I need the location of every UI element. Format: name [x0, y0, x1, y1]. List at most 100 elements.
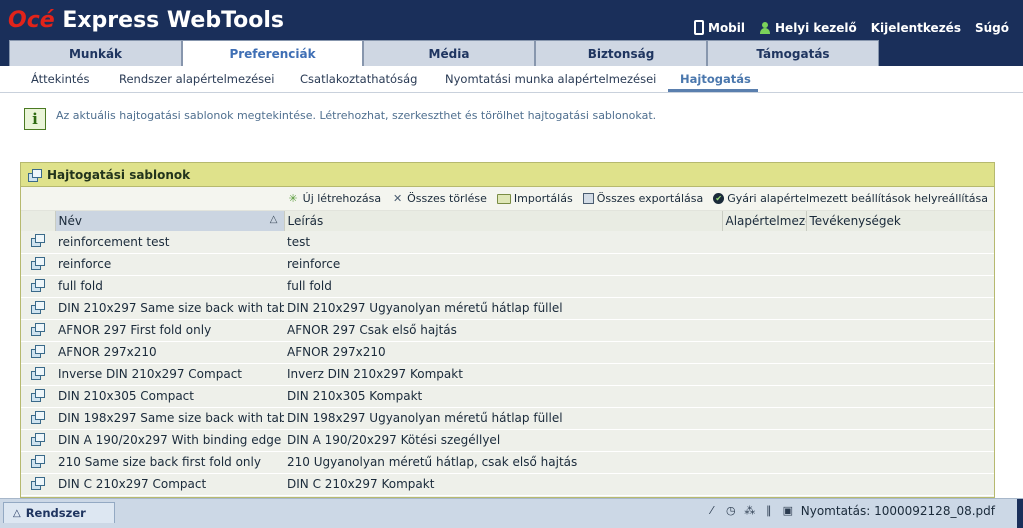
- clock-icon: ◷: [725, 504, 736, 517]
- column-icon: [21, 211, 56, 231]
- create-new-button[interactable]: ✳ Új létrehozása: [287, 192, 382, 205]
- subtab-rendszer-alapertelmezesei[interactable]: Rendszer alapértelmezései: [119, 72, 274, 86]
- row-default: [722, 231, 806, 254]
- restore-defaults-label: Gyári alapértelmezett beállítások helyre…: [727, 192, 988, 205]
- row-description: DIN 198x297 Ugyanolyan méretű hátlap fül…: [284, 407, 722, 430]
- tab-biztonsag[interactable]: Biztonság: [535, 40, 707, 66]
- help-link[interactable]: Súgó: [975, 21, 1009, 35]
- row-description: DIN C 210x297 Kompakt: [284, 473, 722, 496]
- row-description: Inverz DIN 210x297 Kompakt: [284, 363, 722, 386]
- row-icon-cell: [21, 473, 55, 496]
- row-description: AFNOR 297 Csak első hajtás: [284, 319, 722, 342]
- system-tab[interactable]: △ Rendszer: [3, 502, 115, 523]
- tab-munkak[interactable]: Munkák: [9, 40, 182, 66]
- row-icon-cell: [21, 363, 55, 386]
- table-row[interactable]: full fold full fold: [21, 275, 994, 298]
- row-actions: [806, 407, 994, 430]
- export-all-button[interactable]: Összes exportálása: [582, 192, 704, 205]
- delete-all-button[interactable]: ✕ Összes törlése: [391, 192, 487, 205]
- restore-defaults-button[interactable]: ✔ Gyári alapértelmezett beállítások helyr…: [713, 192, 988, 205]
- status-area: ⁄ ◷ ⁂ ∥ ▣ Nyomtatás: 1000092128_08.pdf: [706, 504, 995, 518]
- row-icon-cell: [21, 385, 55, 408]
- row-name: reinforce: [55, 253, 284, 276]
- import-button[interactable]: Importálás: [496, 192, 573, 205]
- row-default: [722, 297, 806, 320]
- panel-header: Hajtogatási sablonok: [21, 163, 994, 187]
- status-bar: △ Rendszer ⁄ ◷ ⁂ ∥ ▣ Nyomtatás: 100009212…: [0, 498, 1023, 528]
- table-row[interactable]: DIN A 190/20x297 With binding edge DIN A …: [21, 429, 994, 452]
- row-default: [722, 363, 806, 386]
- row-actions: [806, 451, 994, 474]
- column-actions: Tevékenységek: [806, 211, 994, 231]
- row-description: DIN 210x305 Kompakt: [284, 385, 722, 408]
- row-name: DIN A 190/20x297 With binding edge: [55, 429, 284, 452]
- queue-icon: ⁂: [744, 504, 756, 517]
- tab-preferenciak[interactable]: Preferenciák: [182, 40, 363, 67]
- row-name: DIN 198x297 Same size back with tab: [55, 407, 284, 430]
- table-row[interactable]: DIN C 210x297 Compact DIN C 210x297 Kompa…: [21, 473, 994, 496]
- main-tabs: Munkák Preferenciák Média Biztonság Támo…: [9, 40, 879, 67]
- export-all-label: Összes exportálása: [596, 192, 704, 205]
- template-icon: [31, 388, 45, 402]
- table-row[interactable]: AFNOR 297 First fold only AFNOR 297 Csak …: [21, 319, 994, 342]
- column-name[interactable]: Név △: [55, 211, 285, 231]
- info-icon: i: [24, 108, 46, 130]
- row-description: reinforce: [284, 253, 722, 276]
- local-operator-link[interactable]: Helyi kezelő: [759, 21, 857, 35]
- template-icon: [31, 476, 45, 490]
- row-icon-cell: [21, 253, 55, 276]
- column-default[interactable]: Alapértelmezé: [722, 211, 807, 231]
- row-actions: [806, 341, 994, 364]
- brand-prefix: Océ: [8, 8, 55, 33]
- row-default: [722, 407, 806, 430]
- template-icon: [31, 410, 45, 424]
- sparkle-icon: ✳: [288, 192, 298, 205]
- template-icon: [31, 256, 45, 270]
- template-icon: [31, 322, 45, 336]
- template-icon: [31, 300, 45, 314]
- row-name: reinforcement test: [55, 231, 284, 254]
- row-default: [722, 319, 806, 342]
- printer-icon: ▣: [782, 504, 793, 517]
- subtab-csatlakoztathatosag[interactable]: Csatlakoztathatóság: [300, 72, 417, 86]
- fold-templates-table: Név △ Leírás Alapértelmezé Tevékenységek …: [21, 211, 994, 496]
- edge-strip: [1017, 499, 1023, 528]
- tab-tamogatas[interactable]: Támogatás: [707, 40, 879, 66]
- table-row[interactable]: DIN 198x297 Same size back with tab DIN 1…: [21, 407, 994, 430]
- template-icon: [31, 432, 45, 446]
- table-row[interactable]: AFNOR 297x210 AFNOR 297x210: [21, 341, 994, 364]
- template-icon: [31, 344, 45, 358]
- table-row[interactable]: reinforcement test test: [21, 231, 994, 254]
- template-icon: [31, 366, 45, 380]
- row-actions: [806, 363, 994, 386]
- table-row[interactable]: DIN 210x297 Same size back with tab DIN 2…: [21, 297, 994, 320]
- mobile-link[interactable]: Mobil: [694, 20, 745, 35]
- table-row[interactable]: 210 Same size back first fold only 210 Ug…: [21, 451, 994, 474]
- subtab-hajtogatas[interactable]: Hajtogatás: [680, 72, 751, 86]
- subtab-attekintes[interactable]: Áttekintés: [31, 72, 89, 86]
- delete-all-label: Összes törlése: [407, 192, 487, 205]
- app-logo: Océ Express WebTools: [8, 8, 284, 33]
- folder-icon: [496, 193, 511, 204]
- row-actions: [806, 297, 994, 320]
- row-description: full fold: [284, 275, 722, 298]
- row-actions: [806, 429, 994, 452]
- tab-media[interactable]: Média: [363, 40, 535, 66]
- row-default: [722, 429, 806, 452]
- row-icon-cell: [21, 319, 55, 342]
- active-subtab-indicator: [668, 89, 758, 92]
- panel-title: Hajtogatási sablonok: [47, 167, 191, 182]
- row-actions: [806, 275, 994, 298]
- subtab-nyomtatasi-munka[interactable]: Nyomtatási munka alapértelmezései: [445, 72, 656, 86]
- template-icon: [31, 278, 45, 292]
- column-name-label: Név: [58, 214, 82, 228]
- table-body: reinforcement test test reinforce reinforce…: [21, 231, 994, 496]
- table-row[interactable]: reinforce reinforce: [21, 253, 994, 276]
- logout-link[interactable]: Kijelentkezés: [871, 21, 961, 35]
- create-new-label: Új létrehozása: [302, 192, 382, 205]
- column-description[interactable]: Leírás: [284, 211, 723, 231]
- row-actions: [806, 253, 994, 276]
- table-row[interactable]: DIN 210x305 Compact DIN 210x305 Kompakt: [21, 385, 994, 408]
- table-row[interactable]: Inverse DIN 210x297 Compact Inverz DIN 21…: [21, 363, 994, 386]
- template-icon: [31, 454, 45, 468]
